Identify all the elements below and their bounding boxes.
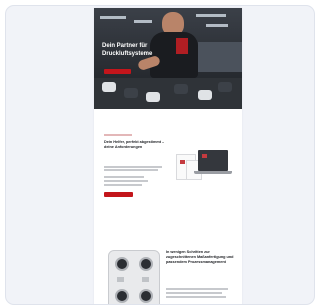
ceiling-light [134,20,152,23]
device-dial [139,257,153,271]
device-button [117,277,124,282]
website-preview: Dein Partner für Druckluftsysteme Dein H… [94,8,242,304]
paragraph-line [104,166,162,168]
control-device-image [108,250,160,304]
list-item-line [104,176,144,178]
section-intro-title: Dein Helfer, perfekt abgestimmt – deine … [104,140,165,149]
section-intro-cta-button[interactable] [104,192,133,197]
machine-knob [102,82,116,92]
screen-accent [202,154,207,158]
section-steps-title: In wenigen Schritten zur zugeschnittenen… [166,250,234,264]
laptop-screen [198,150,228,171]
paragraph-line [166,296,226,298]
list-item-line [104,180,148,182]
paragraph-line [166,288,228,290]
list-item-line [104,184,142,186]
machine-knob [174,84,188,94]
ceiling-light [196,14,226,17]
device-dial [115,289,129,303]
paragraph-line [166,292,222,294]
ceiling-light [206,24,228,27]
document-accent [180,160,185,164]
hero-cta-button[interactable] [104,69,131,74]
machine-knob [124,88,138,98]
machine-knob [198,90,212,100]
ceiling-light [100,16,126,19]
machine-knob [218,82,232,92]
machine-panel [94,78,242,109]
background-shelf [198,42,242,72]
device-dial [115,257,129,271]
device-button [142,277,149,282]
section-kicker [104,134,132,136]
paragraph-line [104,169,158,171]
hero-title: Dein Partner für Druckluftsysteme [102,43,153,57]
page-preview-card[interactable]: Dein Partner für Druckluftsysteme Dein H… [5,5,315,305]
machine-knob [146,92,160,102]
device-dial [139,289,153,303]
laptop-base [194,171,232,174]
hero-section: Dein Partner für Druckluftsysteme [94,8,242,109]
